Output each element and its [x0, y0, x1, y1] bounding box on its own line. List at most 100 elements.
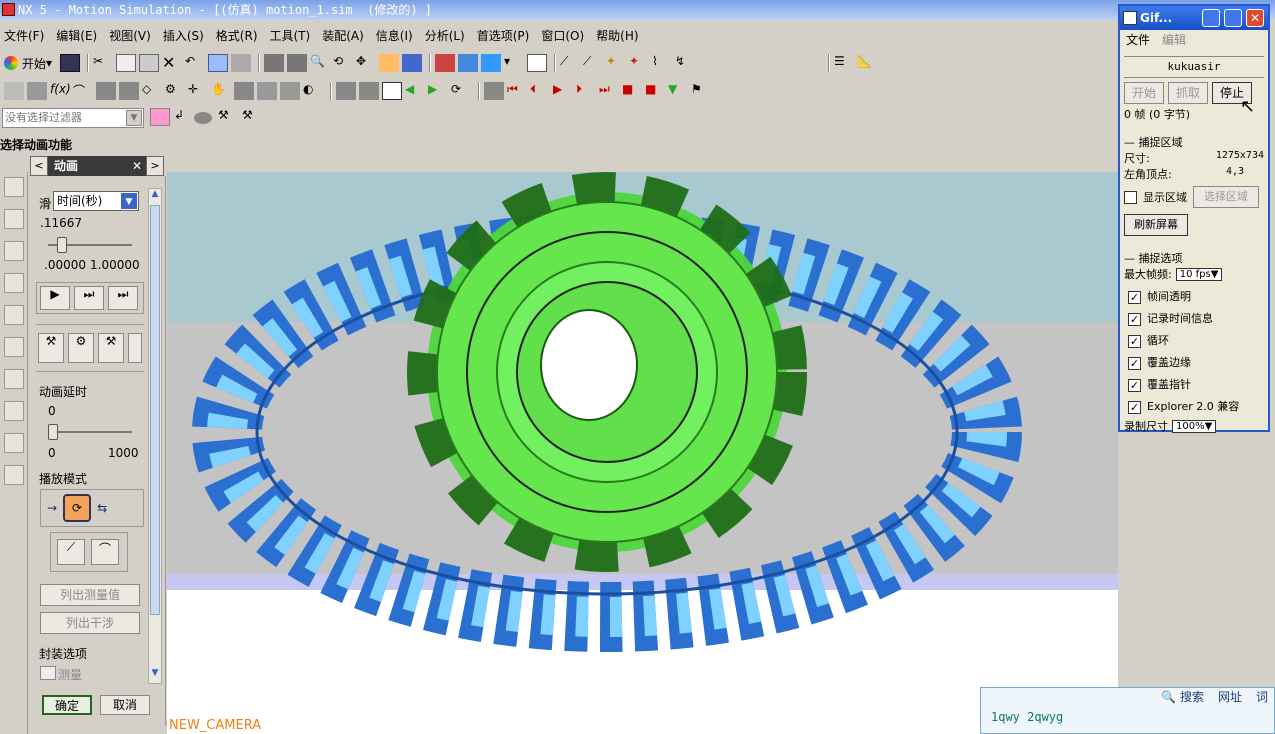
record-size-dropdown[interactable]: 100%▼ — [1172, 419, 1217, 433]
more-icon[interactable] — [128, 333, 142, 363]
interference-icon[interactable]: ◐ — [303, 82, 323, 100]
snap-icon[interactable]: ⚒ — [218, 108, 236, 126]
link-icon[interactable]: ⟋ — [583, 54, 603, 72]
camera-icon[interactable] — [402, 54, 423, 72]
play-loop-icon[interactable]: ⟳ — [63, 494, 92, 522]
body-icon[interactable] — [27, 82, 47, 100]
ime-search[interactable]: 🔍 搜索 — [1161, 688, 1204, 706]
opt-loop[interactable]: ✓ 循环 — [1128, 330, 1264, 352]
view-orient-icon[interactable] — [481, 54, 502, 72]
scroll-thumb[interactable] — [150, 205, 160, 615]
menu-tools[interactable]: 工具(T) — [270, 27, 311, 44]
minimize-icon[interactable] — [1202, 9, 1220, 27]
layer-icon[interactable] — [231, 54, 252, 72]
select-mode-icon[interactable] — [150, 108, 170, 126]
play-pingpong-icon[interactable]: ⇆ — [97, 501, 107, 515]
constraint-icon[interactable]: ⟋ — [560, 54, 580, 72]
menu-preferences[interactable]: 首选项(P) — [477, 27, 530, 44]
gear-joint-icon[interactable]: ⚙ — [165, 82, 185, 100]
visual-icon[interactable] — [4, 465, 24, 485]
step-button[interactable]: ⏭ — [74, 286, 104, 310]
gif-menu-edit[interactable]: 编辑 — [1162, 30, 1186, 50]
perspective-icon[interactable] — [379, 54, 400, 72]
marker-icon[interactable]: ✦ — [629, 54, 649, 72]
system-materials-icon[interactable] — [4, 401, 24, 421]
close-icon[interactable]: ✕ — [132, 156, 146, 176]
track-icon[interactable]: ⚙ — [68, 333, 94, 363]
refresh-screen-button[interactable]: 刷新屏幕 — [1124, 214, 1188, 236]
step-back-icon[interactable]: ⏴ — [530, 82, 550, 100]
list-measures-button[interactable]: 列出测量值 — [40, 584, 140, 606]
hand-icon[interactable]: ✋ — [211, 82, 231, 100]
export-icon[interactable]: ▼ — [668, 82, 688, 100]
show-area-checkbox[interactable] — [1124, 190, 1137, 204]
max-fps-dropdown[interactable]: 10 fps▼ — [1175, 267, 1223, 281]
panel-scrollbar[interactable]: ▲ — [148, 188, 162, 684]
fast-forward-icon[interactable]: ⏭ — [599, 82, 619, 100]
finish-icon[interactable]: ⚑ — [691, 82, 711, 100]
delete-icon[interactable]: ✕ — [162, 54, 182, 72]
grid-icon[interactable]: ☰ — [834, 54, 854, 72]
rewind-icon[interactable]: ⏮ — [507, 82, 527, 100]
menu-info[interactable]: 信息(I) — [376, 27, 413, 44]
menu-assembly[interactable]: 装配(A) — [322, 27, 364, 44]
navigator-icon[interactable] — [4, 177, 24, 197]
checkbox-checked[interactable]: ✓ — [1128, 356, 1141, 370]
render-icon[interactable] — [435, 54, 456, 72]
history-icon[interactable] — [4, 337, 24, 357]
menu-edit[interactable]: 编辑(E) — [56, 27, 97, 44]
graphics-viewport[interactable]: NEW_CAMERA — [167, 172, 1118, 734]
spring-icon[interactable]: ⌇ — [652, 54, 672, 72]
roles-icon[interactable] — [4, 369, 24, 389]
zoom-box-icon[interactable] — [287, 54, 308, 72]
checkbox-checked[interactable]: ✓ — [1128, 400, 1141, 414]
solver-icon[interactable] — [336, 82, 356, 100]
menu-file[interactable]: 文件(F) — [4, 27, 44, 44]
bushing-icon[interactable]: ◇ — [142, 82, 162, 100]
forward-icon[interactable]: ▶ — [428, 82, 448, 100]
panel-forward-icon[interactable]: > — [146, 156, 164, 176]
function-icon[interactable]: f(x) — [50, 82, 71, 100]
motor-icon[interactable] — [96, 82, 116, 100]
paste-icon[interactable] — [139, 54, 160, 72]
play-once-icon[interactable]: → — [47, 501, 57, 515]
fit-icon[interactable] — [264, 54, 285, 72]
opt-record-time[interactable]: ✓ 记录时间信息 — [1128, 308, 1264, 330]
undo-arrow-icon[interactable]: ↲ — [174, 108, 190, 126]
opt-cover-pointer[interactable]: ✓ 覆盖指针 — [1128, 374, 1264, 396]
section-icon[interactable] — [257, 82, 277, 100]
pause-icon[interactable]: ■ — [645, 82, 665, 100]
opt-cover-edge[interactable]: ✓ 覆盖边缘 — [1128, 352, 1264, 374]
zoom-icon[interactable]: 🔍 — [310, 54, 330, 72]
time-dropdown[interactable]: 时间(秒) ▼ — [53, 191, 139, 211]
animation-icon[interactable] — [484, 82, 504, 100]
graph-icon[interactable] — [382, 82, 402, 100]
opt-transparent[interactable]: ✓ 帧间透明 — [1128, 286, 1264, 308]
joint-icon[interactable]: ✦ — [606, 54, 626, 72]
pan-icon[interactable]: ✥ — [356, 54, 376, 72]
motion-nav-icon[interactable] — [4, 82, 24, 100]
opt-explorer-compat[interactable]: ✓ Explorer 2.0 兼容 — [1128, 396, 1264, 418]
play-button[interactable]: ▶ — [40, 286, 70, 310]
gif-start-button[interactable]: 开始 — [1124, 82, 1164, 104]
select-area-button[interactable]: 选择区域 — [1193, 186, 1259, 208]
back-icon[interactable]: ◀ — [405, 82, 425, 100]
view-menu-icon[interactable]: ▾ — [504, 54, 524, 72]
menu-insert[interactable]: 插入(S) — [163, 27, 204, 44]
time-slider-thumb[interactable] — [57, 237, 67, 253]
display-icon[interactable] — [527, 54, 548, 72]
ime-address[interactable]: 网址 — [1218, 688, 1242, 706]
trace-icon[interactable] — [280, 82, 300, 100]
gif-menu-file[interactable]: 文件 — [1126, 30, 1150, 50]
stop-icon[interactable]: ■ — [622, 82, 642, 100]
start-button[interactable]: 开始 ▾ — [4, 55, 52, 72]
articulation-icon[interactable] — [234, 82, 254, 100]
contact-icon[interactable] — [119, 82, 139, 100]
measure-icon[interactable]: 📐 — [857, 54, 877, 72]
checkbox-checked[interactable]: ✓ — [1128, 378, 1141, 392]
menu-analysis[interactable]: 分析(L) — [425, 27, 465, 44]
delay-slider-thumb[interactable] — [48, 424, 58, 440]
undo-icon[interactable]: ↶ — [185, 54, 205, 72]
menu-help[interactable]: 帮助(H) — [596, 27, 638, 44]
snapshot-icon[interactable]: ⚒ — [38, 333, 64, 363]
